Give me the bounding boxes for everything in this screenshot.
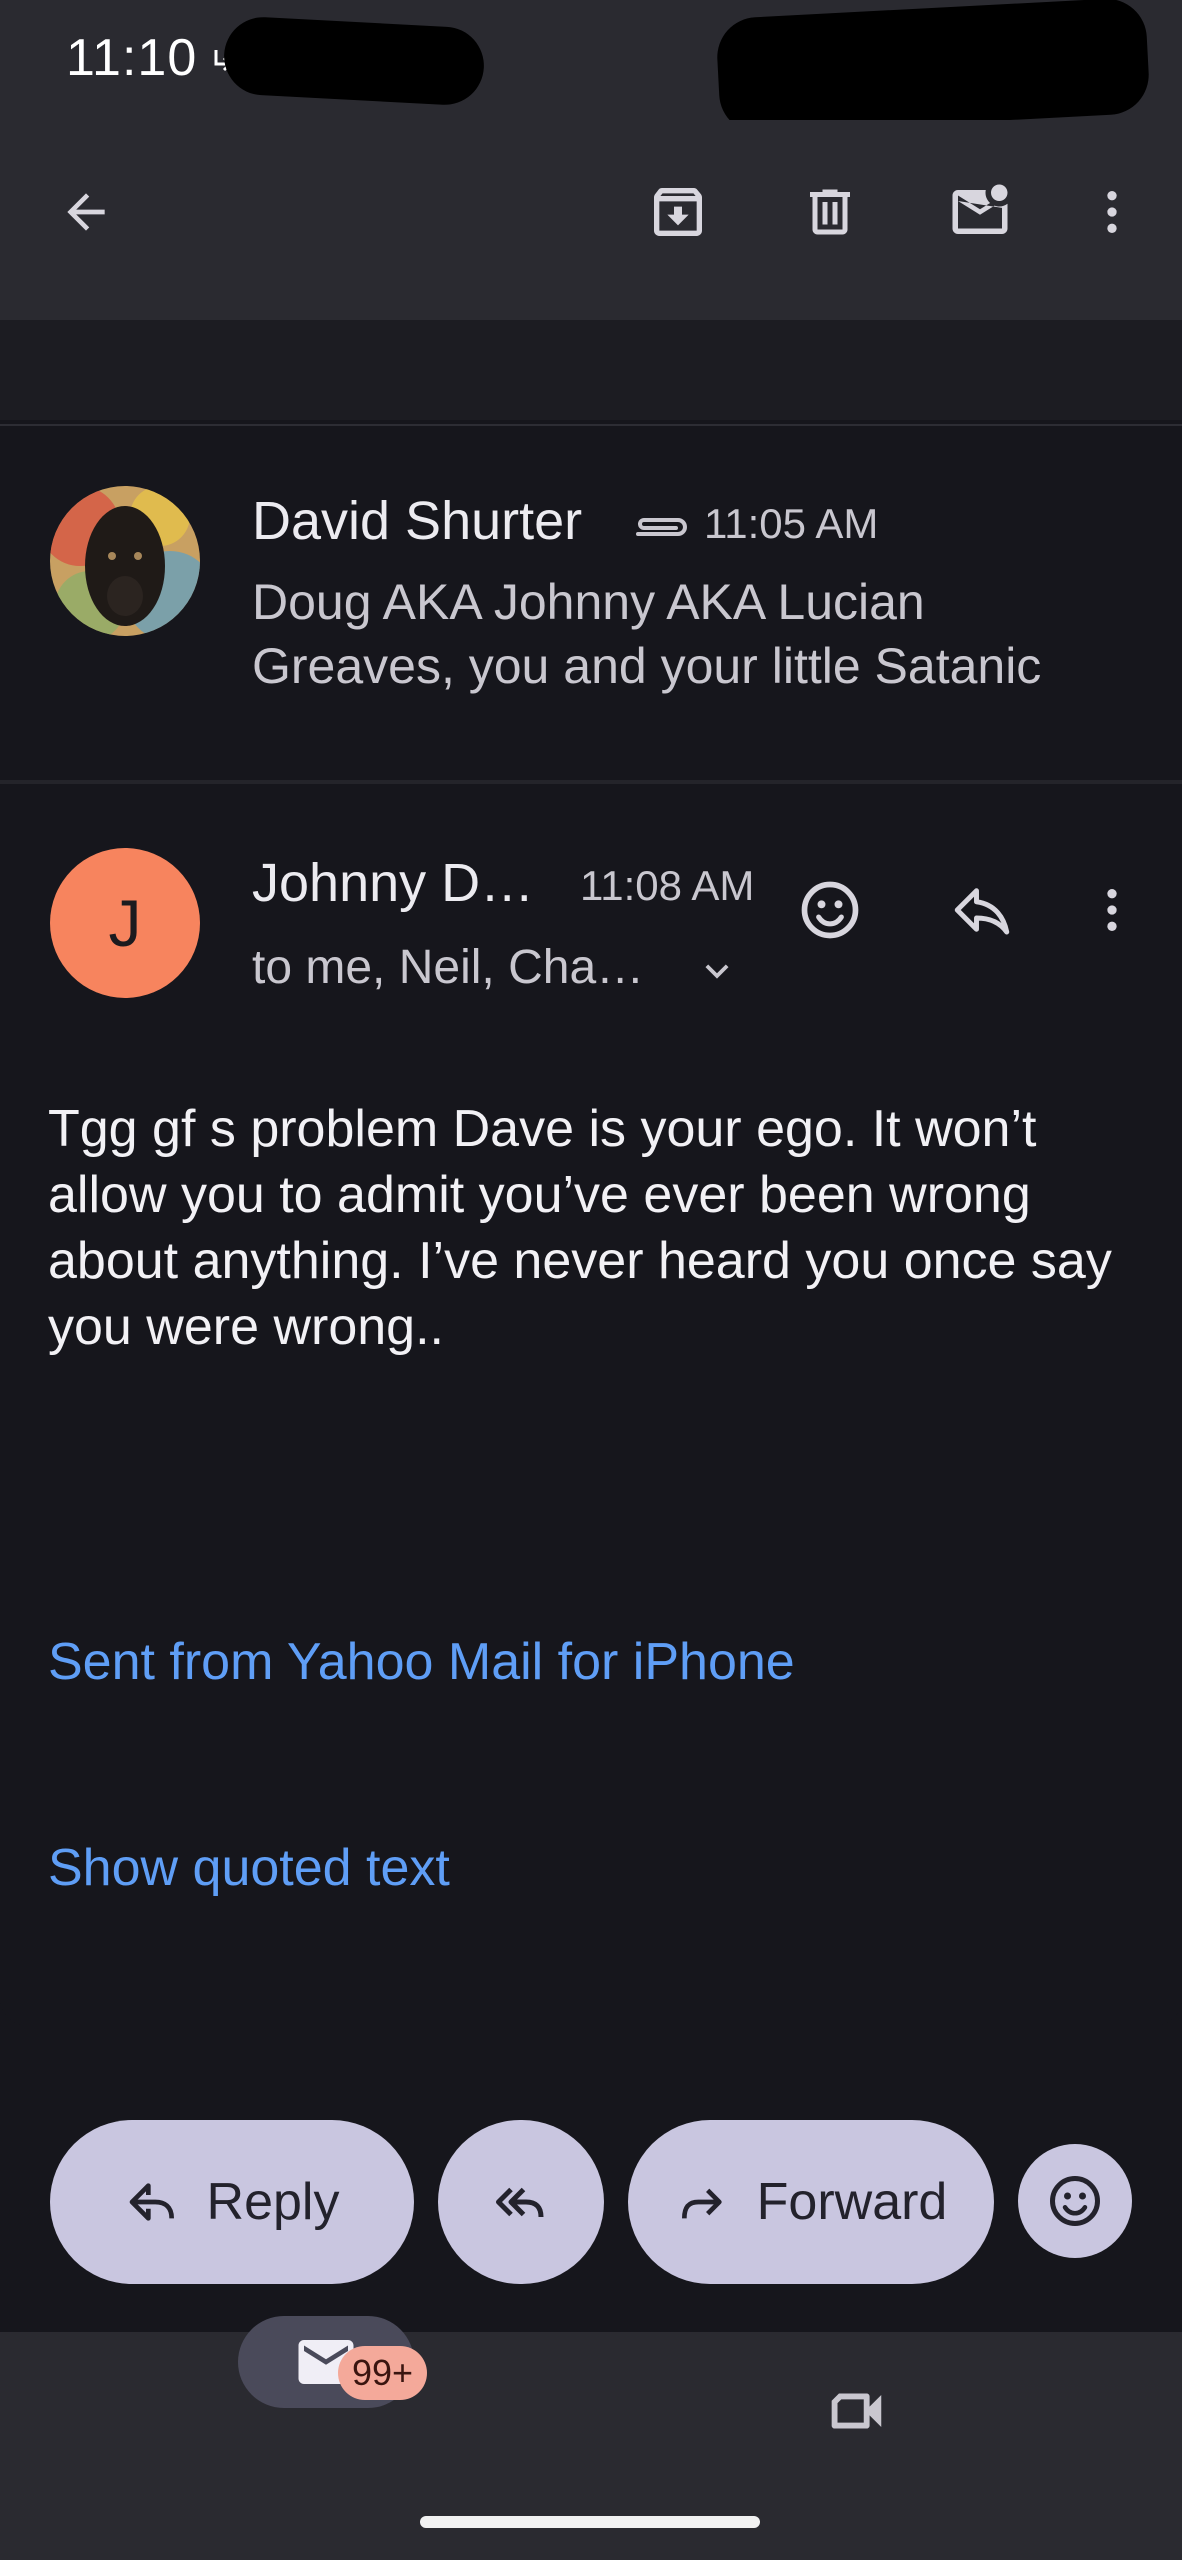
forward-icon <box>681 2188 722 2219</box>
thread-separator <box>0 320 1182 420</box>
message-time: 11:05 AM <box>704 500 879 547</box>
reply-icon <box>954 888 1010 935</box>
sender-avatar[interactable]: J <box>50 848 200 998</box>
delete-icon <box>810 189 850 235</box>
unread-badge: 99+ <box>338 2346 428 2400</box>
home-indicator[interactable] <box>420 2516 760 2528</box>
emoji-icon <box>1050 2176 1100 2226</box>
more-options-button[interactable] <box>1072 172 1152 252</box>
delete-button[interactable] <box>790 172 870 252</box>
reply-icon <box>129 2183 174 2221</box>
back-arrow-icon <box>67 193 105 231</box>
message-snippet: Doug AKA Johnny AKA Lucian Greaves, you … <box>252 574 1042 694</box>
archive-button[interactable] <box>638 172 718 252</box>
forward-label: Forward <box>756 2173 948 2231</box>
video-camera-icon <box>831 2393 882 2429</box>
paperclip-icon <box>630 514 690 549</box>
more-vert-icon <box>1107 889 1117 931</box>
reply-button[interactable]: Reply <box>50 2120 414 2284</box>
status-time: 11:10 <box>66 29 198 87</box>
back-button[interactable] <box>46 172 126 252</box>
react-button[interactable] <box>1018 2144 1132 2258</box>
message-more-button[interactable] <box>1072 868 1152 952</box>
reply-all-icon <box>496 2187 544 2218</box>
redacted-block-left <box>222 15 486 107</box>
message-time: 11:08 AM <box>580 862 755 909</box>
emoji-icon <box>801 881 859 939</box>
chevron-down-icon[interactable] <box>694 948 740 999</box>
more-vert-icon <box>1107 191 1117 233</box>
recipients-line[interactable]: to me, Neil, Cha… <box>252 940 644 995</box>
mark-unread-button[interactable] <box>940 172 1020 252</box>
reply-all-button[interactable] <box>438 2120 604 2284</box>
reply-label: Reply <box>206 2173 340 2231</box>
add-reaction-button[interactable] <box>788 868 872 952</box>
signature-link[interactable]: Sent from Yahoo Mail for iPhone <box>48 1632 795 1692</box>
sender-name[interactable]: Johnny D… <box>252 852 534 914</box>
mark-unread-icon <box>952 184 1008 234</box>
redacted-block-right <box>715 0 1151 136</box>
show-quoted-text-link[interactable]: Show quoted text <box>48 1838 450 1898</box>
reply-icon-button[interactable] <box>940 868 1024 952</box>
message-body: Tgg gf s problem Dave is your ego. It wo… <box>48 1100 1112 1356</box>
archive-icon <box>654 188 702 236</box>
email-thread-screen: 11:10 David Shurter 11:05 AM Doug AKA Jo… <box>0 0 1182 2560</box>
nav-meet-tab[interactable] <box>812 2368 898 2454</box>
sender-avatar-photo <box>50 486 200 636</box>
sender-name: David Shurter <box>252 491 583 551</box>
forward-button[interactable]: Forward <box>628 2120 994 2284</box>
